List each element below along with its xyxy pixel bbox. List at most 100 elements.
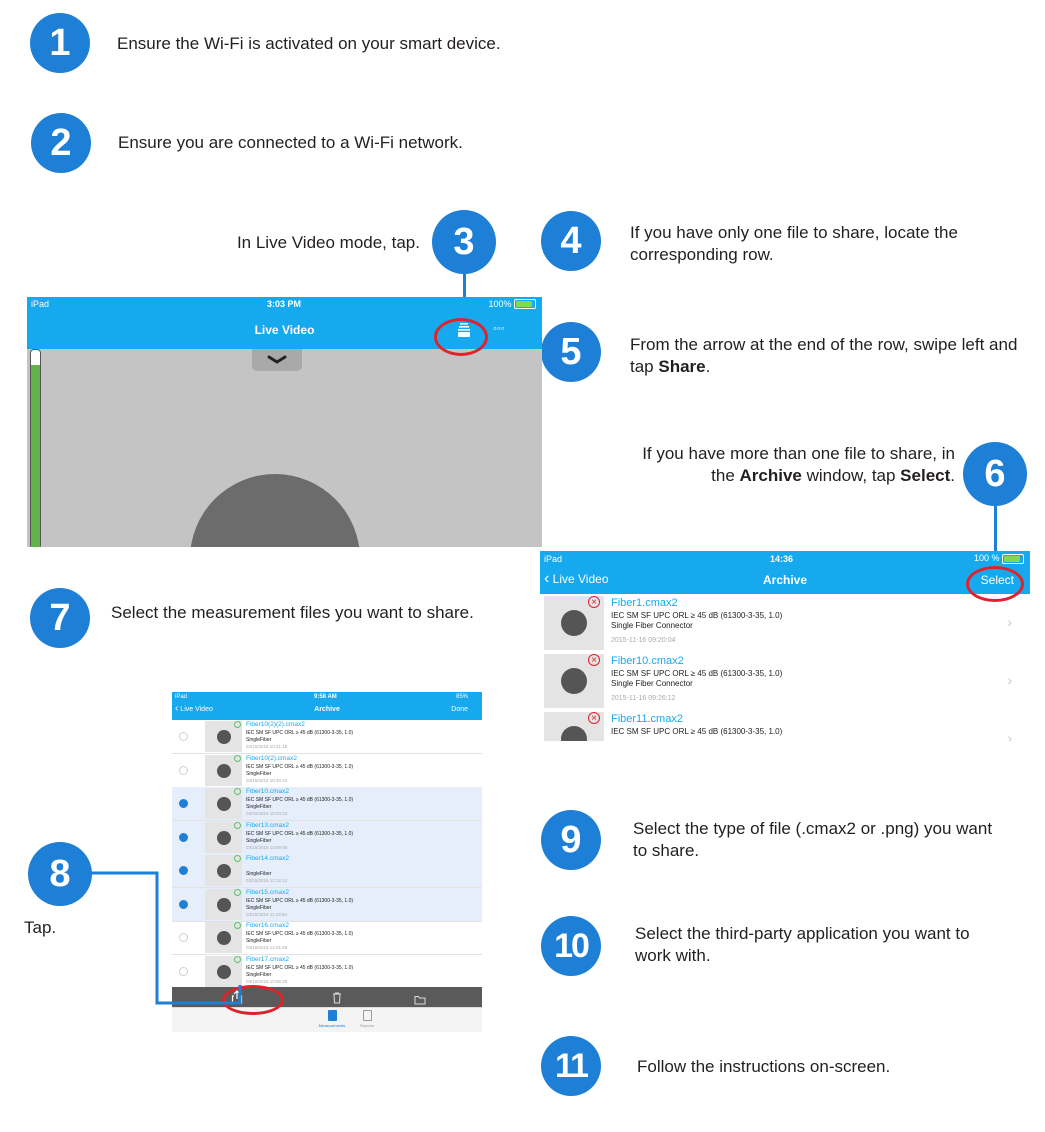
measurements-tab-icon xyxy=(327,1010,337,1021)
file-test-config: IEC SM SF UPC ORL ≥ 45 dB (61300-3-35, 1… xyxy=(246,964,354,971)
step-8-text: Tap. xyxy=(24,918,57,937)
archive-row[interactable]: × Fiber10.cmax2 IEC SM SF UPC ORL ≥ 45 dB … xyxy=(540,652,1030,711)
radio-unselected-icon[interactable] xyxy=(179,732,188,741)
file-test-config: IEC SM SF UPC ORL ≥ 45 dB (61300-3-35, 1… xyxy=(246,730,354,736)
fail-icon: × xyxy=(588,712,600,724)
file-date: 03/16/2016 10:56:28 xyxy=(246,978,288,984)
step-6-badge: 6 xyxy=(963,442,1027,506)
tab-reports[interactable]: Reports xyxy=(347,1010,387,1028)
nav-bar: ‹ Live Video Archive Select xyxy=(540,566,1030,594)
step-2-badge: 2 xyxy=(31,113,91,173)
status-battery: 85% xyxy=(455,694,468,700)
level-gauge xyxy=(30,349,41,547)
fiber-core xyxy=(217,797,231,811)
file-connector-type: SingleFiber xyxy=(246,804,272,810)
tab-measurements[interactable]: Measurements xyxy=(312,1010,352,1028)
file-name: Fiber10.cmax2 xyxy=(246,788,289,795)
archive-select-row[interactable]: Fiber10(2)(2).cmax2 IEC SM SF UPC ORL ≥ 4… xyxy=(172,720,482,754)
status-time: 14:36 xyxy=(770,553,794,564)
step-5-badge: 5 xyxy=(541,322,601,382)
step-9-badge: 9 xyxy=(541,810,601,870)
trash-icon[interactable] xyxy=(332,991,342,1004)
status-time: 9:58 AM xyxy=(314,694,337,700)
file-date: 2015-11-16 09:20:04 xyxy=(611,637,676,644)
chevron-right-icon[interactable]: › xyxy=(1007,614,1012,630)
archive-select-row[interactable]: Fiber10.cmax2 IEC SM SF UPC ORL ≥ 45 dB (… xyxy=(172,787,482,821)
nav-bar: ‹ Live Video Archive Done xyxy=(172,702,482,720)
step-3-text: In Live Video mode, tap. xyxy=(236,233,420,252)
file-name: Fiber10.cmax2 xyxy=(611,655,684,667)
file-test-config: IEC SM SF UPC ORL ≥ 45 dB (61300-3-35, 1… xyxy=(611,611,783,620)
file-test-config: IEC SM SF UPC ORL ≥ 45 dB (61300-3-35, 1… xyxy=(246,931,354,937)
done-button[interactable]: Done xyxy=(451,706,468,713)
file-test-config: IEC SM SF UPC ORL ≥ 45 dB (61300-3-35, 1… xyxy=(246,830,354,837)
share-tray-highlight xyxy=(434,318,488,356)
status-bar: iPad 14:36 100 % xyxy=(540,551,1030,566)
step-5-text-bold: Share xyxy=(658,357,706,376)
file-connector-type: SingleFiber xyxy=(246,770,272,777)
status-device: iPad xyxy=(544,553,563,564)
status-time: 3:03 PM xyxy=(267,299,302,309)
step-11-text: Follow the instructions on-screen. xyxy=(637,1057,891,1076)
pass-icon xyxy=(234,821,241,829)
battery-icon xyxy=(514,299,536,310)
file-date: 03/15/2016 14:21:58 xyxy=(246,945,288,950)
archive-row[interactable]: × Fiber11.cmax2 IEC SM SF UPC ORL ≥ 45 dB … xyxy=(540,710,1030,741)
file-name: Fiber11.cmax2 xyxy=(611,713,683,725)
archive-select-row[interactable]: Fiber13.cmax2 IEC SM SF UPC ORL ≥ 45 dB (… xyxy=(172,820,482,855)
file-date: 03/15/2016 10:41:16 xyxy=(246,744,288,749)
checkmark-selected-icon[interactable] xyxy=(179,832,188,842)
step-4-badge: 4 xyxy=(541,211,601,271)
more-icon[interactable]: ◦◦◦ xyxy=(493,323,505,335)
file-name: Fiber10(2)(2).cmax2 xyxy=(246,721,305,728)
tab-reports-label: Reports xyxy=(359,1023,374,1028)
file-name: Fiber10(2).cmax2 xyxy=(246,754,297,762)
file-test-config: IEC SM SF UPC ORL ≥ 45 dB (61300-3-35, 1… xyxy=(611,727,783,736)
status-battery: 100 % xyxy=(974,553,1024,564)
step-5-text-b: . xyxy=(705,357,711,376)
chevron-right-icon[interactable]: › xyxy=(1007,730,1012,741)
step-4-text: If you have only one file to share, loca… xyxy=(630,223,958,264)
step-8-connector xyxy=(90,871,242,1005)
battery-icon xyxy=(1002,553,1024,564)
fiber-core xyxy=(561,726,587,741)
checkmark-selected-icon[interactable] xyxy=(179,799,188,808)
pass-icon xyxy=(234,855,241,862)
status-device: iPad xyxy=(175,694,188,700)
archive-row[interactable]: × Fiber1.cmax2 IEC SM SF UPC ORL ≥ 45 dB (… xyxy=(540,594,1030,653)
step-11-badge: 11 xyxy=(541,1036,601,1096)
file-test-config: IEC SM SF UPC ORL ≥ 45 dB (61300-3-35, 1… xyxy=(246,763,354,770)
status-device: iPad xyxy=(31,299,50,309)
step-6-text-bold-2: Select xyxy=(900,466,951,485)
chevron-right-icon[interactable]: › xyxy=(1007,672,1012,688)
nav-title: Archive xyxy=(762,573,808,587)
step-6-text-c: . xyxy=(950,466,955,485)
folder-icon[interactable] xyxy=(414,992,426,1005)
archive-select-row[interactable]: Fiber10(2).cmax2 IEC SM SF UPC ORL ≥ 45 d… xyxy=(172,754,482,788)
file-connector-type: Single Fiber Connector xyxy=(611,621,693,630)
status-battery: 100% xyxy=(488,299,536,310)
file-test-config: IEC SM SF UPC ORL ≥ 45 dB (61300-3-35, 1… xyxy=(246,797,354,803)
radio-unselected-icon[interactable] xyxy=(179,765,188,775)
fiber-core-image xyxy=(190,474,360,547)
fiber-core xyxy=(561,610,587,636)
file-name: Fiber14.cmax2 xyxy=(246,855,289,862)
step-6-text-bold-1: Archive xyxy=(739,466,802,485)
file-date: 03/15/2016 10:40:24 xyxy=(246,811,288,816)
tab-bar: Measurements Reports xyxy=(172,1007,482,1032)
pass-icon xyxy=(234,754,241,762)
step-1-text: Ensure the Wi-Fi is activated on your sm… xyxy=(117,34,501,53)
step-6-text-b: window, tap xyxy=(801,466,901,485)
select-highlight xyxy=(966,566,1024,602)
file-date: 03/15/2016 10:40:44 xyxy=(246,777,288,783)
file-date: 03/15/2016 11:19:12 xyxy=(246,878,287,883)
collapse-handle[interactable] xyxy=(252,349,302,371)
file-name: Fiber17.cmax2 xyxy=(246,955,289,963)
fiber-core xyxy=(217,830,231,845)
file-name: Fiber16.cmax2 xyxy=(246,922,289,929)
archive-screenshot: iPad 14:36 100 % ‹ Live Video Archive Se… xyxy=(540,551,1030,741)
step-3-badge: 3 xyxy=(432,210,496,274)
file-test-config: IEC SM SF UPC ORL ≥ 45 dB (61300-3-35, 1… xyxy=(611,669,783,678)
file-connector-type: Single Fiber Connector xyxy=(611,679,693,688)
pass-icon xyxy=(234,721,241,728)
